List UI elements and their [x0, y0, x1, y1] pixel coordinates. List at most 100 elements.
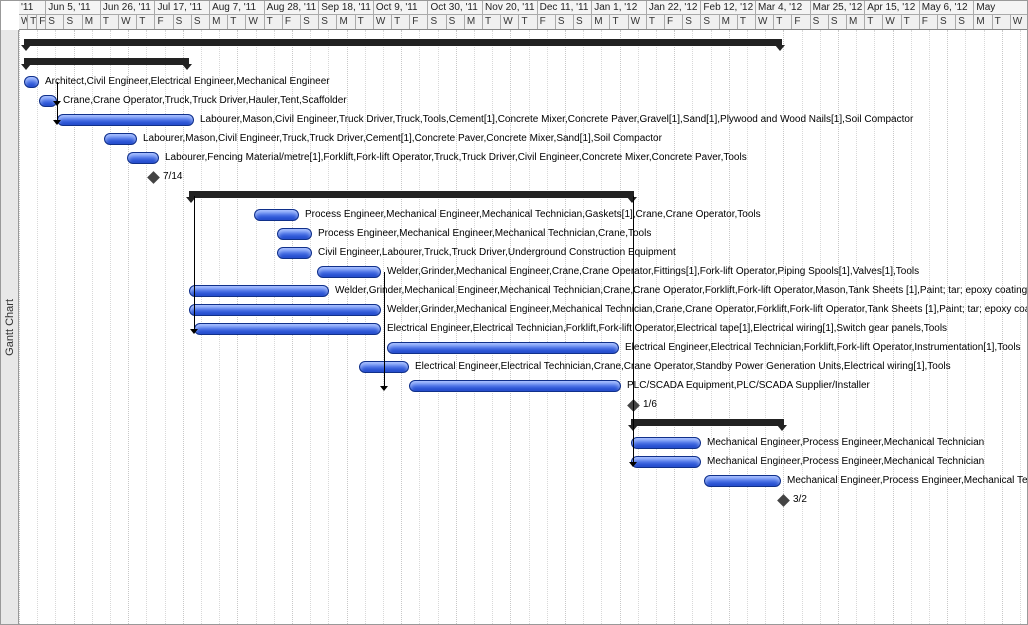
gantt-task-label: Crane,Crane Operator,Truck,Truck Driver,…	[63, 95, 347, 106]
timescale-major-cell: Oct 30, '11	[428, 1, 483, 15]
timescale-minor-cell: M	[465, 15, 483, 29]
timescale-major-cell: Oct 9, '11	[374, 1, 429, 15]
gantt-task-bar[interactable]	[254, 209, 299, 221]
timescale-minor-cell: W	[374, 15, 392, 29]
timescale-minor-cell: F	[155, 15, 173, 29]
gantt-milestone-label: 3/2	[793, 494, 807, 505]
timescale-minor-cell: M	[720, 15, 738, 29]
timescale-minor-cell: W	[883, 15, 901, 29]
gantt-task-label: Process Engineer,Mechanical Engineer,Mec…	[318, 228, 651, 239]
gantt-chart-area[interactable]: Architect,Civil Engineer,Electrical Engi…	[19, 30, 1027, 624]
timescale-minor-cell: T	[738, 15, 756, 29]
timescale-minor-cell: M	[974, 15, 992, 29]
gantt-task-label: Electrical Engineer,Electrical Technicia…	[625, 342, 1021, 353]
timescale-minor-cell: S	[574, 15, 592, 29]
timescale-minor-cell: F	[792, 15, 810, 29]
timescale-minor-cell: S	[192, 15, 210, 29]
gantt-task-label: Architect,Civil Engineer,Electrical Engi…	[45, 76, 330, 87]
gantt-summary-bar[interactable]	[24, 58, 189, 65]
gantt-task-bar[interactable]	[409, 380, 621, 392]
gantt-task-bar[interactable]	[387, 342, 619, 354]
timescale-minor-cell: S	[938, 15, 956, 29]
timescale-minor-cell: S	[46, 15, 64, 29]
timescale-minor-cell: T	[902, 15, 920, 29]
gantt-task-bar[interactable]	[317, 266, 381, 278]
timescale-minor-cell: S	[64, 15, 82, 29]
timescale-minor-cell: T	[265, 15, 283, 29]
gantt-task-label: Mechanical Engineer,Process Engineer,Mec…	[707, 456, 984, 467]
timescale-major-cell: Mar 4, '12	[756, 1, 811, 15]
timescale-major-cell: Dec 11, '11	[538, 1, 593, 15]
timescale-major-cell: Feb 12, '12	[701, 1, 756, 15]
gantt-task-label: Labourer,Mason,Civil Engineer,Truck Driv…	[200, 114, 913, 125]
timescale-minor-cell: T	[647, 15, 665, 29]
timescale-minor-cell: M	[592, 15, 610, 29]
gantt-task-bar[interactable]	[631, 437, 701, 449]
gantt-frame: Gantt Chart '11Jun 5, '11Jun 26, '11Jul …	[0, 0, 1028, 625]
timescale-minor-cell: W	[629, 15, 647, 29]
timescale-major-cell: May 6, '12	[920, 1, 975, 15]
timescale-minor-cell: S	[811, 15, 829, 29]
gantt-task-label: Mechanical Engineer,Process Engineer,Mec…	[787, 475, 1027, 486]
timescale-minor-cell: W	[246, 15, 264, 29]
timescale-minor-cell: M	[83, 15, 101, 29]
timescale-minor-cell: S	[956, 15, 974, 29]
timescale-major-cell: Jan 1, '12	[592, 1, 647, 15]
timescale-minor-cell: W	[19, 15, 28, 29]
gantt-task-bar[interactable]	[194, 323, 381, 335]
gantt-milestone-label: 7/14	[163, 171, 182, 182]
timescale-minor-cell: T	[101, 15, 119, 29]
timescale-minor-cell: F	[410, 15, 428, 29]
gantt-milestone[interactable]	[777, 494, 790, 507]
timescale-minor-cell: S	[829, 15, 847, 29]
gantt-task-bar[interactable]	[277, 228, 312, 240]
timescale-major-cell: Nov 20, '11	[483, 1, 538, 15]
gantt-task-bar[interactable]	[104, 133, 137, 145]
gantt-task-bar[interactable]	[704, 475, 781, 487]
timescale-major-cell: Aug 28, '11	[265, 1, 320, 15]
timescale-major-cell: Mar 25, '12	[811, 1, 866, 15]
timescale-minor-cell: S	[447, 15, 465, 29]
timescale-major-cell: Jul 17, '11	[155, 1, 210, 15]
timescale-minor-cell: T	[774, 15, 792, 29]
timescale-minor-cell: M	[337, 15, 355, 29]
gantt-task-bar[interactable]	[24, 76, 39, 88]
timescale-major-cell: Jun 5, '11	[46, 1, 101, 15]
gantt-task-label: Civil Engineer,Labourer,Truck,Truck Driv…	[318, 247, 676, 258]
gantt-task-label: Process Engineer,Mechanical Engineer,Mec…	[305, 209, 761, 220]
timescale-minor-cell: S	[701, 15, 719, 29]
gantt-milestone[interactable]	[147, 171, 160, 184]
gantt-summary-bar[interactable]	[24, 39, 782, 46]
timescale-minor-cell: F	[920, 15, 938, 29]
gantt-task-label: PLC/SCADA Equipment,PLC/SCADA Supplier/I…	[627, 380, 870, 391]
gantt-task-bar[interactable]	[189, 285, 329, 297]
gantt-task-label: Electrical Engineer,Electrical Technicia…	[415, 361, 951, 372]
gantt-task-bar[interactable]	[631, 456, 701, 468]
timescale-minor-cell: M	[847, 15, 865, 29]
timescale-minor-cell: W	[119, 15, 137, 29]
timescale-major-cell: Sep 18, '11	[319, 1, 374, 15]
timescale-minor-cell: S	[428, 15, 446, 29]
timescale-minor-cell: S	[301, 15, 319, 29]
gantt-task-bar[interactable]	[189, 304, 381, 316]
timescale-minor-cell: W	[1011, 15, 1027, 29]
gantt-summary-bar[interactable]	[631, 419, 784, 426]
timescale-minor-cell: T	[519, 15, 537, 29]
timescale-minor-cell: M	[210, 15, 228, 29]
gantt-task-bar[interactable]	[277, 247, 312, 259]
gantt-timescale[interactable]: '11Jun 5, '11Jun 26, '11Jul 17, '11Aug 7…	[19, 1, 1027, 30]
gantt-task-label: Welder,Grinder,Mechanical Engineer,Crane…	[387, 266, 919, 277]
timescale-major-cell: '11	[19, 1, 46, 15]
gantt-summary-bar[interactable]	[189, 191, 634, 198]
timescale-major-cell: Jun 26, '11	[101, 1, 156, 15]
gantt-task-label: Welder,Grinder,Mechanical Engineer,Mecha…	[335, 285, 1027, 296]
timescale-minor-cell: S	[556, 15, 574, 29]
gantt-task-bar[interactable]	[127, 152, 159, 164]
gantt-task-bar[interactable]	[57, 114, 194, 126]
gantt-side-tab[interactable]: Gantt Chart	[1, 30, 19, 624]
timescale-minor-cell: T	[228, 15, 246, 29]
timescale-minor-cell: F	[538, 15, 556, 29]
timescale-minor-cell: T	[610, 15, 628, 29]
timescale-major-cell: May	[974, 1, 1027, 15]
timescale-minor-cell: S	[319, 15, 337, 29]
